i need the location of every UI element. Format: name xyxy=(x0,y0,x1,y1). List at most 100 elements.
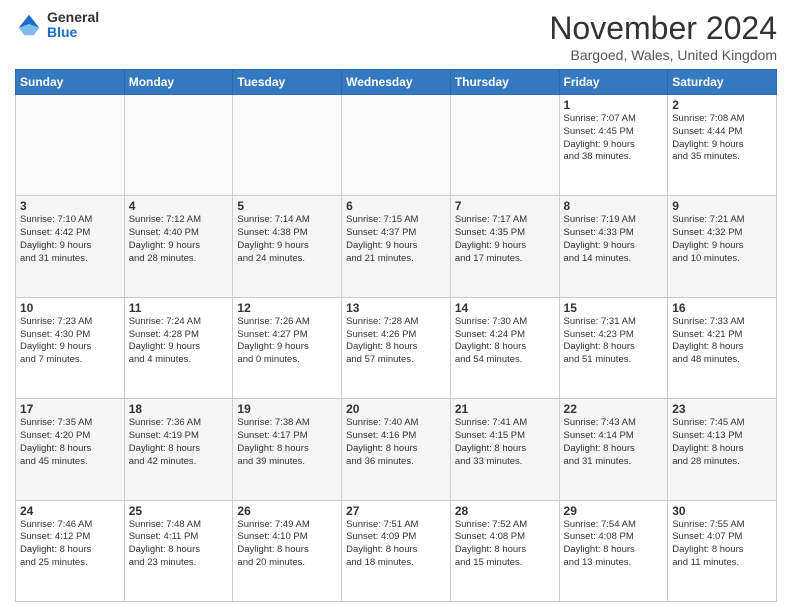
table-cell: 16Sunrise: 7:33 AM Sunset: 4:21 PM Dayli… xyxy=(668,297,777,398)
day-info: Sunrise: 7:51 AM Sunset: 4:09 PM Dayligh… xyxy=(346,519,446,570)
week-row-4: 24Sunrise: 7:46 AM Sunset: 4:12 PM Dayli… xyxy=(16,500,777,601)
table-cell: 6Sunrise: 7:15 AM Sunset: 4:37 PM Daylig… xyxy=(342,196,451,297)
logo-blue-text: Blue xyxy=(47,25,99,40)
table-cell xyxy=(233,95,342,196)
col-saturday: Saturday xyxy=(668,70,777,95)
month-title: November 2024 xyxy=(549,10,777,47)
table-cell: 23Sunrise: 7:45 AM Sunset: 4:13 PM Dayli… xyxy=(668,399,777,500)
day-number: 26 xyxy=(237,504,337,518)
week-row-2: 10Sunrise: 7:23 AM Sunset: 4:30 PM Dayli… xyxy=(16,297,777,398)
day-number: 23 xyxy=(672,402,772,416)
day-number: 1 xyxy=(564,98,664,112)
week-row-1: 3Sunrise: 7:10 AM Sunset: 4:42 PM Daylig… xyxy=(16,196,777,297)
table-cell xyxy=(124,95,233,196)
col-monday: Monday xyxy=(124,70,233,95)
col-thursday: Thursday xyxy=(450,70,559,95)
day-number: 5 xyxy=(237,199,337,213)
day-info: Sunrise: 7:38 AM Sunset: 4:17 PM Dayligh… xyxy=(237,417,337,468)
day-number: 3 xyxy=(20,199,120,213)
week-row-3: 17Sunrise: 7:35 AM Sunset: 4:20 PM Dayli… xyxy=(16,399,777,500)
table-cell: 1Sunrise: 7:07 AM Sunset: 4:45 PM Daylig… xyxy=(559,95,668,196)
day-info: Sunrise: 7:28 AM Sunset: 4:26 PM Dayligh… xyxy=(346,316,446,367)
day-number: 11 xyxy=(129,301,229,315)
header: General Blue November 2024 Bargoed, Wale… xyxy=(15,10,777,63)
table-cell: 10Sunrise: 7:23 AM Sunset: 4:30 PM Dayli… xyxy=(16,297,125,398)
day-number: 20 xyxy=(346,402,446,416)
day-info: Sunrise: 7:40 AM Sunset: 4:16 PM Dayligh… xyxy=(346,417,446,468)
day-number: 10 xyxy=(20,301,120,315)
day-info: Sunrise: 7:10 AM Sunset: 4:42 PM Dayligh… xyxy=(20,214,120,265)
day-number: 7 xyxy=(455,199,555,213)
day-number: 15 xyxy=(564,301,664,315)
table-cell: 3Sunrise: 7:10 AM Sunset: 4:42 PM Daylig… xyxy=(16,196,125,297)
table-cell: 12Sunrise: 7:26 AM Sunset: 4:27 PM Dayli… xyxy=(233,297,342,398)
table-cell xyxy=(342,95,451,196)
calendar-header-row: Sunday Monday Tuesday Wednesday Thursday… xyxy=(16,70,777,95)
day-info: Sunrise: 7:48 AM Sunset: 4:11 PM Dayligh… xyxy=(129,519,229,570)
table-cell: 9Sunrise: 7:21 AM Sunset: 4:32 PM Daylig… xyxy=(668,196,777,297)
day-info: Sunrise: 7:23 AM Sunset: 4:30 PM Dayligh… xyxy=(20,316,120,367)
table-cell: 8Sunrise: 7:19 AM Sunset: 4:33 PM Daylig… xyxy=(559,196,668,297)
table-cell xyxy=(450,95,559,196)
day-number: 29 xyxy=(564,504,664,518)
day-info: Sunrise: 7:45 AM Sunset: 4:13 PM Dayligh… xyxy=(672,417,772,468)
day-info: Sunrise: 7:54 AM Sunset: 4:08 PM Dayligh… xyxy=(564,519,664,570)
day-info: Sunrise: 7:43 AM Sunset: 4:14 PM Dayligh… xyxy=(564,417,664,468)
table-cell: 2Sunrise: 7:08 AM Sunset: 4:44 PM Daylig… xyxy=(668,95,777,196)
day-info: Sunrise: 7:17 AM Sunset: 4:35 PM Dayligh… xyxy=(455,214,555,265)
day-number: 24 xyxy=(20,504,120,518)
table-cell: 17Sunrise: 7:35 AM Sunset: 4:20 PM Dayli… xyxy=(16,399,125,500)
day-number: 28 xyxy=(455,504,555,518)
table-cell: 28Sunrise: 7:52 AM Sunset: 4:08 PM Dayli… xyxy=(450,500,559,601)
table-cell: 15Sunrise: 7:31 AM Sunset: 4:23 PM Dayli… xyxy=(559,297,668,398)
day-info: Sunrise: 7:55 AM Sunset: 4:07 PM Dayligh… xyxy=(672,519,772,570)
day-number: 17 xyxy=(20,402,120,416)
table-cell: 22Sunrise: 7:43 AM Sunset: 4:14 PM Dayli… xyxy=(559,399,668,500)
logo: General Blue xyxy=(15,10,99,41)
week-row-0: 1Sunrise: 7:07 AM Sunset: 4:45 PM Daylig… xyxy=(16,95,777,196)
table-cell: 13Sunrise: 7:28 AM Sunset: 4:26 PM Dayli… xyxy=(342,297,451,398)
day-number: 2 xyxy=(672,98,772,112)
day-number: 30 xyxy=(672,504,772,518)
day-number: 27 xyxy=(346,504,446,518)
day-info: Sunrise: 7:08 AM Sunset: 4:44 PM Dayligh… xyxy=(672,113,772,164)
col-sunday: Sunday xyxy=(16,70,125,95)
table-cell: 4Sunrise: 7:12 AM Sunset: 4:40 PM Daylig… xyxy=(124,196,233,297)
location: Bargoed, Wales, United Kingdom xyxy=(549,47,777,63)
table-cell: 29Sunrise: 7:54 AM Sunset: 4:08 PM Dayli… xyxy=(559,500,668,601)
table-cell xyxy=(16,95,125,196)
day-number: 6 xyxy=(346,199,446,213)
table-cell: 11Sunrise: 7:24 AM Sunset: 4:28 PM Dayli… xyxy=(124,297,233,398)
calendar-table: Sunday Monday Tuesday Wednesday Thursday… xyxy=(15,69,777,602)
table-cell: 5Sunrise: 7:14 AM Sunset: 4:38 PM Daylig… xyxy=(233,196,342,297)
day-info: Sunrise: 7:33 AM Sunset: 4:21 PM Dayligh… xyxy=(672,316,772,367)
col-friday: Friday xyxy=(559,70,668,95)
table-cell: 19Sunrise: 7:38 AM Sunset: 4:17 PM Dayli… xyxy=(233,399,342,500)
day-info: Sunrise: 7:49 AM Sunset: 4:10 PM Dayligh… xyxy=(237,519,337,570)
day-number: 19 xyxy=(237,402,337,416)
day-number: 4 xyxy=(129,199,229,213)
table-cell: 30Sunrise: 7:55 AM Sunset: 4:07 PM Dayli… xyxy=(668,500,777,601)
table-cell: 21Sunrise: 7:41 AM Sunset: 4:15 PM Dayli… xyxy=(450,399,559,500)
logo-text: General Blue xyxy=(47,10,99,41)
table-cell: 26Sunrise: 7:49 AM Sunset: 4:10 PM Dayli… xyxy=(233,500,342,601)
title-section: November 2024 Bargoed, Wales, United Kin… xyxy=(549,10,777,63)
day-info: Sunrise: 7:31 AM Sunset: 4:23 PM Dayligh… xyxy=(564,316,664,367)
table-cell: 20Sunrise: 7:40 AM Sunset: 4:16 PM Dayli… xyxy=(342,399,451,500)
day-info: Sunrise: 7:26 AM Sunset: 4:27 PM Dayligh… xyxy=(237,316,337,367)
day-info: Sunrise: 7:52 AM Sunset: 4:08 PM Dayligh… xyxy=(455,519,555,570)
day-number: 25 xyxy=(129,504,229,518)
day-info: Sunrise: 7:35 AM Sunset: 4:20 PM Dayligh… xyxy=(20,417,120,468)
day-number: 13 xyxy=(346,301,446,315)
day-number: 14 xyxy=(455,301,555,315)
table-cell: 14Sunrise: 7:30 AM Sunset: 4:24 PM Dayli… xyxy=(450,297,559,398)
table-cell: 27Sunrise: 7:51 AM Sunset: 4:09 PM Dayli… xyxy=(342,500,451,601)
day-number: 22 xyxy=(564,402,664,416)
table-cell: 7Sunrise: 7:17 AM Sunset: 4:35 PM Daylig… xyxy=(450,196,559,297)
day-number: 12 xyxy=(237,301,337,315)
day-info: Sunrise: 7:41 AM Sunset: 4:15 PM Dayligh… xyxy=(455,417,555,468)
day-info: Sunrise: 7:30 AM Sunset: 4:24 PM Dayligh… xyxy=(455,316,555,367)
day-info: Sunrise: 7:36 AM Sunset: 4:19 PM Dayligh… xyxy=(129,417,229,468)
day-info: Sunrise: 7:14 AM Sunset: 4:38 PM Dayligh… xyxy=(237,214,337,265)
day-number: 16 xyxy=(672,301,772,315)
